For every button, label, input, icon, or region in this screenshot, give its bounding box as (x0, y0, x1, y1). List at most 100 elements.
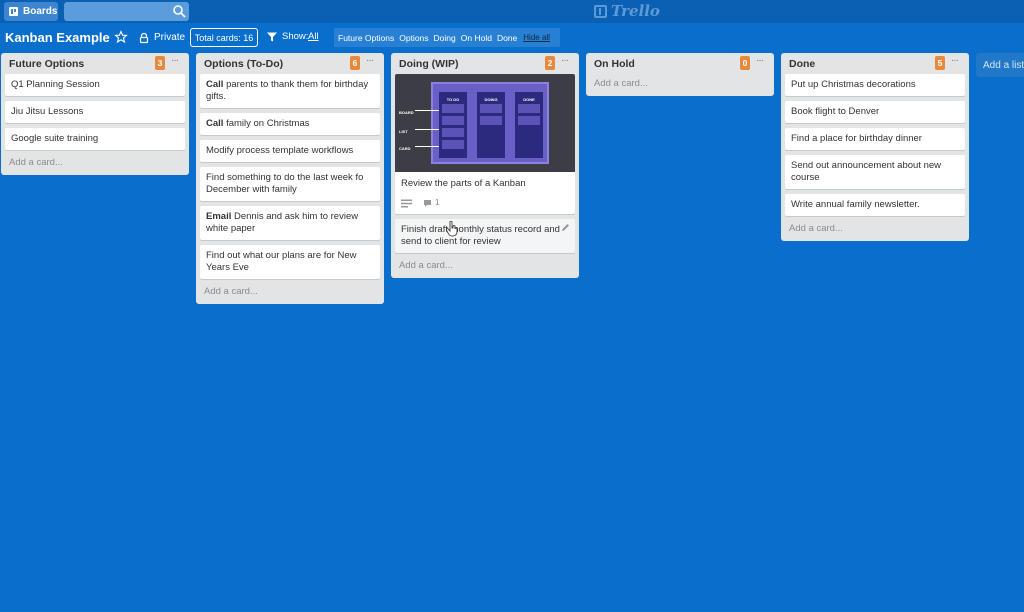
add-list-button[interactable]: Add a list... (976, 53, 1024, 77)
card-with-cover[interactable]: TO DO DOING DONE BOARD LIST CARD Review … (395, 74, 575, 214)
visibility-button[interactable]: Private (138, 30, 185, 45)
card[interactable]: Find out what our plans are for New Year… (200, 245, 380, 279)
card-text: family on Christmas (223, 118, 310, 129)
add-card-link[interactable]: Add a card... (196, 284, 384, 304)
list-future-options: Future Options 3 ··· Q1 Planning Session… (1, 53, 189, 175)
filter-options[interactable]: Options (399, 33, 428, 43)
cover-arrow (415, 146, 439, 147)
lock-icon (139, 32, 149, 43)
card[interactable]: Google suite training (5, 128, 185, 150)
card-bold-text: Call (206, 79, 224, 90)
list-doing-wip: Doing (WIP) 2 ··· TO DO DOING DONE BOARD… (391, 53, 579, 278)
trello-logo-text: Trello (611, 2, 660, 20)
add-card-link[interactable]: Add a card... (781, 221, 969, 241)
boards-icon (9, 7, 18, 16)
cover-mini-card (518, 116, 540, 125)
card-badges: 1 (401, 197, 569, 209)
card-text: Find out what our plans are for New Year… (206, 250, 357, 273)
comment-count: 1 (435, 198, 440, 207)
card-text: parents to thank them for birthday gifts… (206, 79, 369, 102)
cover-arrow (415, 110, 439, 111)
card-text: Review the parts of a Kanban (401, 178, 526, 189)
add-card-link[interactable]: Add a card... (1, 155, 189, 175)
card[interactable]: Call parents to thank them for birthday … (200, 74, 380, 108)
board-title[interactable]: Kanban Example (5, 30, 110, 45)
star-icon[interactable] (114, 30, 128, 44)
card[interactable]: Modify process template workflows (200, 140, 380, 162)
total-cards-badge: Total cards: 16 (190, 28, 258, 47)
card[interactable]: Put up Christmas decorations (785, 74, 965, 96)
cover-mini-card (442, 128, 464, 137)
trello-logo[interactable]: Trello (594, 2, 660, 20)
cover-column: TO DO (439, 92, 467, 158)
list-header[interactable]: Options (To-Do) 6 ··· (196, 53, 384, 74)
search-icon[interactable] (172, 4, 186, 18)
boards-button-label: Boards (23, 6, 58, 17)
cover-mini-card (442, 140, 464, 149)
card[interactable]: Call family on Christmas (200, 113, 380, 135)
cover-mini-card (442, 116, 464, 125)
search-input[interactable] (64, 2, 189, 21)
cover-mini-card (518, 104, 540, 113)
cover-label: CARD (399, 146, 411, 151)
show-all-link[interactable]: All (308, 31, 319, 42)
list-menu-icon[interactable]: ··· (756, 55, 768, 66)
cover-board-graphic: TO DO DOING DONE (431, 82, 549, 164)
cover-mini-card (480, 116, 502, 125)
list-menu-icon[interactable]: ··· (951, 55, 963, 66)
list-title[interactable]: Options (To-Do) (204, 58, 283, 70)
card[interactable]: Email Dennis and ask him to review white… (200, 206, 380, 240)
list-title[interactable]: Doing (WIP) (399, 58, 458, 70)
list-options-todo: Options (To-Do) 6 ··· Call parents to th… (196, 53, 384, 304)
filter-done[interactable]: Done (497, 33, 517, 43)
cover-label: BOARD (399, 110, 414, 115)
boards-button[interactable]: Boards (4, 2, 58, 21)
card[interactable]: Q1 Planning Session (5, 74, 185, 96)
hand-cursor-icon (446, 221, 458, 237)
card-bold-text: Email (206, 211, 232, 222)
kanban-cover-image: TO DO DOING DONE BOARD LIST CARD (395, 74, 575, 172)
card-bold-text: Call (206, 118, 224, 129)
list-header[interactable]: Doing (WIP) 2 ··· (391, 53, 579, 74)
add-card-link[interactable]: Add a card... (586, 74, 774, 96)
card[interactable]: Write annual family newsletter. (785, 194, 965, 216)
cover-arrow (415, 129, 439, 130)
list-done: Done 5 ··· Put up Christmas decorations … (781, 53, 969, 241)
top-bar: Boards Trello (0, 0, 1024, 23)
filter-icon[interactable] (266, 31, 278, 43)
filter-on-hold[interactable]: On Hold (461, 33, 492, 43)
visibility-label: Private (154, 32, 186, 43)
trello-logo-icon (594, 4, 607, 18)
card[interactable]: Find something to do the last week fo De… (200, 167, 380, 201)
filter-future-options[interactable]: Future Options (338, 33, 394, 43)
add-card-link[interactable]: Add a card... (391, 258, 579, 278)
card[interactable]: Book flight to Denver (785, 101, 965, 123)
list-title[interactable]: On Hold (594, 58, 635, 70)
filter-doing[interactable]: Doing (434, 33, 456, 43)
cover-column: DONE (515, 92, 543, 158)
card[interactable]: Find a place for birthday dinner (785, 128, 965, 150)
card-count-badge: 0 (740, 56, 750, 70)
list-title[interactable]: Future Options (9, 58, 84, 70)
card-text: Finish draft monthly status record and s… (401, 224, 560, 247)
cover-label: LIST (399, 129, 408, 134)
list-menu-icon[interactable]: ··· (171, 55, 183, 66)
edit-pencil-icon[interactable] (561, 223, 570, 232)
card-count-badge: 3 (155, 56, 165, 70)
list-header[interactable]: Future Options 3 ··· (1, 53, 189, 74)
list-on-hold: On Hold 0 ··· Add a card... (586, 53, 774, 96)
hide-all-link[interactable]: Hide all (523, 33, 550, 42)
card-text: Modify process template workflows (206, 145, 354, 156)
cover-column: DOING (477, 92, 505, 158)
comment-icon (424, 199, 431, 207)
list-menu-icon[interactable]: ··· (561, 55, 573, 66)
list-title[interactable]: Done (789, 58, 815, 70)
card[interactable]: Jiu Jitsu Lessons (5, 101, 185, 123)
card[interactable]: Finish draft monthly status record and s… (395, 219, 575, 253)
list-header[interactable]: Done 5 ··· (781, 53, 969, 74)
list-menu-icon[interactable]: ··· (366, 55, 378, 66)
card[interactable]: Send out announcement about new course (785, 155, 965, 189)
list-header[interactable]: On Hold 0 ··· (586, 53, 774, 74)
card-text: Find something to do the last week fo De… (206, 172, 364, 195)
cover-mini-card (442, 104, 464, 113)
